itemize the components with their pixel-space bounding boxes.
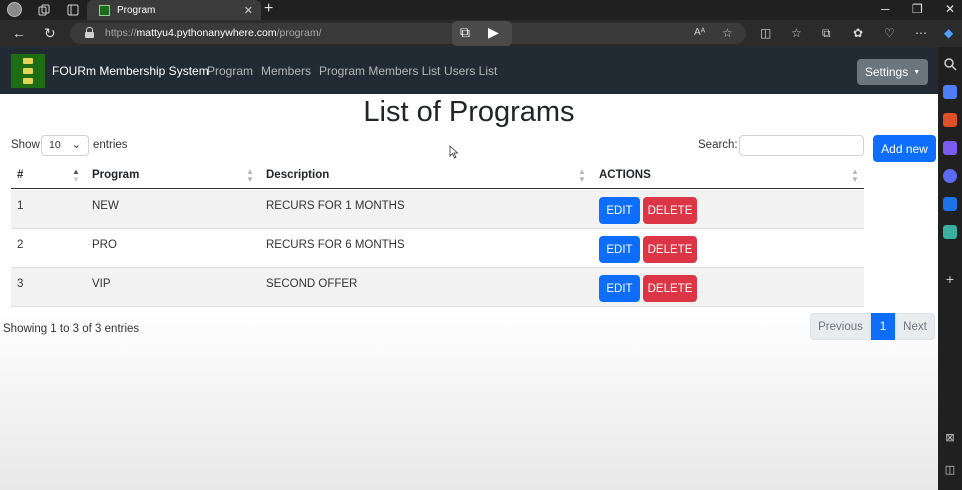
- address-bar[interactable]: https://mattyu4.pythonanywhere.com/progr…: [70, 23, 746, 44]
- tab-program[interactable]: Program ✕: [87, 0, 261, 20]
- tab-title: Program: [117, 4, 156, 16]
- site-navbar: FOURm Membership System Program Members …: [0, 47, 938, 94]
- browser-essentials-icon[interactable]: ♡: [884, 25, 895, 41]
- add-sidebar-app-icon[interactable]: +: [943, 272, 957, 286]
- refresh-icon[interactable]: ↻: [44, 25, 56, 41]
- table-row: 2 PRO RECURS FOR 6 MONTHS EDIT DELETE: [11, 229, 864, 268]
- picture-in-picture-overlay: ⧉ ▶: [452, 21, 512, 46]
- entries-length-select[interactable]: 10 ⌄: [41, 135, 89, 156]
- cell-description: RECURS FOR 6 MONTHS: [266, 239, 405, 251]
- shopping-icon[interactable]: [943, 85, 957, 99]
- copilot-icon[interactable]: ◆: [944, 25, 953, 41]
- caret-down-icon: ▼: [913, 68, 921, 76]
- column-header-program[interactable]: Program: [92, 169, 139, 181]
- hide-sidebar-icon[interactable]: ⊠: [943, 431, 957, 445]
- cell-program: VIP: [92, 278, 111, 290]
- entries-label: entries: [93, 139, 128, 151]
- back-arrow-icon[interactable]: ←: [12, 25, 26, 41]
- workspaces-icon[interactable]: [36, 2, 52, 18]
- drop-icon[interactable]: [943, 225, 957, 239]
- pagination-next[interactable]: Next: [895, 313, 935, 340]
- restore-icon[interactable]: ❐: [912, 1, 923, 17]
- minimize-icon[interactable]: ─: [881, 1, 890, 17]
- edit-button[interactable]: EDIT: [599, 275, 640, 302]
- cell-num: 2: [17, 239, 24, 251]
- table-row: 3 VIP SECOND OFFER EDIT DELETE: [11, 268, 864, 307]
- more-menu-icon[interactable]: ⋯: [915, 25, 927, 41]
- split-screen-icon[interactable]: ◫: [760, 25, 771, 41]
- cell-description: RECURS FOR 1 MONTHS: [266, 200, 405, 212]
- profile-avatar[interactable]: [7, 2, 22, 17]
- site-brand[interactable]: FOURm Membership System: [52, 64, 209, 78]
- page-content: FOURm Membership System Program Members …: [0, 47, 938, 490]
- browser-title-bar: Program ✕ + ─ ❐ ✕: [0, 0, 962, 20]
- column-header-actions[interactable]: ACTIONS: [599, 169, 651, 181]
- pip-play-icon[interactable]: ▶: [488, 24, 499, 41]
- copilot-sidebar-icon[interactable]: [943, 169, 957, 183]
- search-input[interactable]: [739, 135, 864, 156]
- sort-icon: ▲ ▼: [246, 167, 254, 184]
- nav-link-users-list[interactable]: Users List: [444, 64, 497, 78]
- table-info: Showing 1 to 3 of 3 entries: [3, 323, 140, 335]
- collections-icon[interactable]: ⧉: [822, 25, 831, 41]
- cell-program: PRO: [92, 239, 117, 251]
- edit-button[interactable]: EDIT: [599, 236, 640, 263]
- delete-button[interactable]: DELETE: [643, 236, 697, 263]
- close-window-icon[interactable]: ✕: [945, 1, 955, 17]
- add-new-button[interactable]: Add new: [873, 135, 936, 162]
- search-icon[interactable]: [943, 57, 957, 71]
- pagination: Previous 1 Next: [810, 313, 935, 340]
- entries-length-value: 10: [49, 139, 61, 151]
- sidebar-settings-icon[interactable]: ◫: [943, 463, 957, 477]
- new-tab-button[interactable]: +: [264, 1, 273, 17]
- table-row: 1 NEW RECURS FOR 1 MONTHS EDIT DELETE: [11, 190, 864, 229]
- page-title: List of Programs: [363, 96, 575, 128]
- nav-link-program[interactable]: Program: [207, 64, 253, 78]
- extensions-icon[interactable]: ✿: [853, 25, 863, 41]
- games-icon[interactable]: [943, 141, 957, 155]
- column-header-num[interactable]: #: [17, 169, 23, 181]
- edge-sidebar: + ⊠ ◫: [938, 47, 962, 490]
- tab-close-icon[interactable]: ✕: [244, 4, 253, 17]
- sort-icon: ▲ ▼: [851, 167, 859, 184]
- site-favicon-icon: [99, 4, 110, 16]
- delete-button[interactable]: DELETE: [643, 275, 697, 302]
- lock-icon: [85, 27, 94, 38]
- tools-icon[interactable]: [943, 113, 957, 127]
- nav-link-members[interactable]: Members: [261, 64, 311, 78]
- site-logo[interactable]: [11, 54, 45, 88]
- tab-actions-icon[interactable]: [65, 2, 81, 18]
- delete-button[interactable]: DELETE: [643, 197, 697, 224]
- favorite-star-icon[interactable]: ☆: [722, 26, 733, 40]
- sort-asc-icon: ▲ ▼: [72, 167, 80, 184]
- cell-description: SECOND OFFER: [266, 278, 358, 290]
- chevron-down-icon: ⌄: [71, 139, 81, 151]
- url-text: https://mattyu4.pythonanywhere.com/progr…: [105, 27, 322, 39]
- edit-button[interactable]: EDIT: [599, 197, 640, 224]
- table-header: # ▲ ▼ Program ▲ ▼ Description ▲ ▼ ACTIONS ▲…: [11, 163, 864, 189]
- browser-toolbar: ← ↻ https://mattyu4.pythonanywhere.com/p…: [0, 20, 962, 47]
- cell-num: 1: [17, 200, 24, 212]
- pagination-previous[interactable]: Previous: [810, 313, 871, 340]
- cell-num: 3: [17, 278, 24, 290]
- pagination-page-current[interactable]: 1: [871, 313, 895, 340]
- read-aloud-icon[interactable]: Aᴬ: [694, 27, 705, 38]
- sort-icon: ▲ ▼: [578, 167, 586, 184]
- nav-link-program-members-list[interactable]: Program Members List: [319, 64, 440, 78]
- pip-exit-icon[interactable]: ⧉: [460, 24, 470, 41]
- search-label: Search:: [698, 139, 738, 151]
- outlook-icon[interactable]: [943, 197, 957, 211]
- show-label: Show: [11, 139, 40, 151]
- settings-dropdown-button[interactable]: Settings ▼: [857, 59, 928, 85]
- settings-label: Settings: [864, 65, 909, 79]
- column-header-description[interactable]: Description: [266, 169, 329, 181]
- favorites-icon[interactable]: ☆: [791, 25, 802, 41]
- cell-program: NEW: [92, 200, 119, 212]
